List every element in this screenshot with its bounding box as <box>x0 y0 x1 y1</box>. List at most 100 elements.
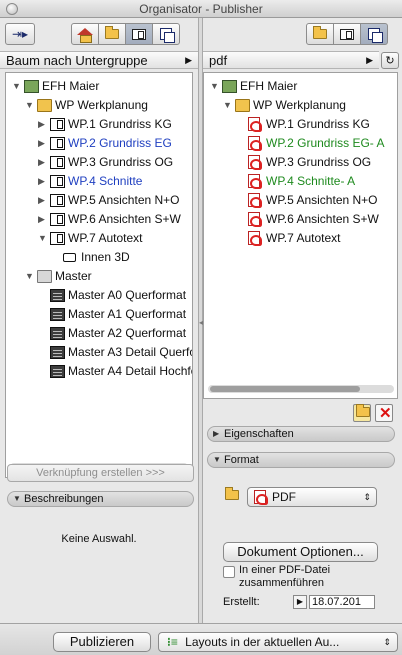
project-icon <box>24 80 39 93</box>
tree-row-label: Master A4 Detail Hochfor <box>68 364 193 378</box>
disclosure-right-icon[interactable]: ▶ <box>38 153 48 172</box>
document-options-button[interactable]: Dokument Optionen... <box>223 542 378 562</box>
layout-icon <box>50 118 65 131</box>
layout-icon <box>50 175 65 188</box>
horizontal-scrollbar[interactable] <box>208 385 394 393</box>
tree-row-label: EFH Maier <box>42 79 100 93</box>
tree-row-label: WP Werkplanung <box>253 98 346 112</box>
disclosure-down-icon[interactable]: ▼ <box>25 96 35 115</box>
merge-pdf-checkbox[interactable] <box>223 566 235 578</box>
chevron-right-icon: ▶ <box>185 55 192 65</box>
tree-view-select-value: Baum nach Untergruppe <box>6 53 148 68</box>
list-icon: ⁝≡ <box>167 635 178 649</box>
house-icon <box>77 27 93 43</box>
properties-header: Eigenschaften <box>224 428 294 440</box>
publish-scope-select[interactable]: ⁝≡ Layouts in der aktuellen Au... ⇕ <box>158 632 398 652</box>
format-header: Format <box>224 454 259 466</box>
created-label: Erstellt: <box>223 596 260 608</box>
view-map-tab[interactable] <box>98 23 126 45</box>
disclosure-down-icon[interactable]: ▼ <box>25 267 35 286</box>
tree-row-label: WP.2 Grundriss EG- A <box>266 136 385 150</box>
tree-row-label: WP.5 Ansichten N+O <box>68 193 180 207</box>
format-folder-icon <box>225 487 239 500</box>
left-pane: ⇥▸ Baum nach Untergruppe ▶ ▼ EFH Maier ▼ WP… <box>0 18 198 623</box>
export-menu-button[interactable]: ⇥▸ <box>5 23 35 45</box>
tree-view-select[interactable]: Baum nach Untergruppe ▶ <box>0 51 198 69</box>
pdf-icon <box>248 193 262 208</box>
layout-icon <box>132 28 146 40</box>
chevron-right-icon: ▶ <box>366 55 373 65</box>
pages-icon <box>160 28 175 43</box>
descriptions-header: Beschreibungen <box>24 493 104 505</box>
format-value: PDF <box>272 490 296 504</box>
disclosure-right-icon[interactable]: ▶ <box>38 172 48 191</box>
disclosure-down-icon[interactable]: ▼ <box>38 229 48 248</box>
disclosure-right-icon[interactable]: ▶ <box>38 115 48 134</box>
tree-row-label: Master <box>55 269 92 283</box>
publisher-sets-tab[interactable] <box>152 23 180 45</box>
tree-row-label: WP.2 Grundriss EG <box>68 136 172 150</box>
refresh-icon: ↻ <box>385 55 395 67</box>
created-date-field[interactable]: 18.07.201 <box>309 595 375 609</box>
tree-row-label: WP.4 Schnitte- A <box>266 174 356 188</box>
publish-scope-value: Layouts in der aktuellen Au... <box>185 635 340 649</box>
descriptions-section-toggle[interactable]: ▼ Beschreibungen <box>7 491 194 507</box>
disclosure-right-icon[interactable]: ▶ <box>38 210 48 229</box>
close-window-button[interactable] <box>6 3 18 15</box>
publish-label: Publizieren <box>69 634 135 649</box>
tree-row-label: Master A0 Querformat <box>68 288 187 302</box>
tree-row-label: EFH Maier <box>240 79 298 93</box>
play-icon: ▶ <box>296 597 304 606</box>
tree-row-label: Master A3 Detail Querfor <box>68 345 193 359</box>
project-icon <box>222 80 237 93</box>
layout-icon <box>50 232 65 245</box>
tree-row-label: WP.1 Grundriss KG <box>68 117 172 131</box>
delete-x-icon: ✕ <box>379 405 392 422</box>
layout-icon <box>50 194 65 207</box>
tree-row-label: Master A1 Querformat <box>68 307 187 321</box>
merge-pdf-label: In einer PDF-Datei zusammenführen <box>239 564 331 589</box>
disclosure-down-icon: ▼ <box>13 494 21 503</box>
right-view-segment <box>306 23 388 45</box>
master-icon <box>50 327 65 340</box>
folder-icon <box>313 26 327 39</box>
no-selection-text: Keine Auswahl. <box>61 533 137 545</box>
layout-tree: ▼ EFH Maier ▼ WP Werkplanung ▶ WP.1 Grundriss… <box>5 72 193 478</box>
delete-button[interactable]: ✕ <box>375 404 393 422</box>
publisher-set-select[interactable]: pdf ▶ <box>203 51 379 69</box>
right-folder-tab[interactable] <box>306 23 334 45</box>
created-expand-button[interactable]: ▶ <box>293 595 307 609</box>
folder-icon <box>105 26 119 39</box>
create-link-button[interactable]: Verknüpfung erstellen >>> <box>7 464 194 482</box>
tree-row-label: Master A2 Querformat <box>68 326 187 340</box>
project-map-tab[interactable] <box>71 23 99 45</box>
create-link-label: Verknüpfung erstellen >>> <box>36 467 165 479</box>
right-publisher-tab[interactable] <box>360 23 388 45</box>
left-view-segment <box>71 23 180 45</box>
scrollbar-thumb[interactable] <box>210 386 360 392</box>
window-title: Organisator - Publisher <box>139 2 263 16</box>
disclosure-right-icon[interactable]: ▶ <box>38 134 48 153</box>
tree-row-label: WP.6 Ansichten S+W <box>266 212 379 226</box>
layout-icon <box>340 28 354 40</box>
tree-row-label: WP.4 Schnitte <box>68 174 143 188</box>
disclosure-right-icon[interactable]: ▶ <box>38 191 48 210</box>
right-layout-tab[interactable] <box>333 23 361 45</box>
pdf-icon <box>248 155 262 170</box>
publish-button[interactable]: Publizieren <box>53 632 151 652</box>
disclosure-down-icon[interactable]: ▼ <box>12 77 22 96</box>
pdf-icon <box>248 117 262 132</box>
new-folder-button[interactable] <box>353 404 371 422</box>
disclosure-down-icon[interactable]: ▼ <box>210 77 220 96</box>
tree-row-label: WP.5 Ansichten N+O <box>266 193 378 207</box>
refresh-button[interactable]: ↻ <box>381 52 399 69</box>
properties-section-toggle[interactable]: ▶ Eigenschaften <box>207 426 395 442</box>
disclosure-down-icon[interactable]: ▼ <box>223 96 233 115</box>
camera-icon <box>63 253 76 262</box>
layout-icon <box>50 156 65 169</box>
layout-book-tab[interactable] <box>125 23 153 45</box>
format-select[interactable]: PDF ⇕ <box>247 487 377 507</box>
pdf-icon <box>248 136 262 151</box>
master-icon <box>50 365 65 378</box>
format-section-toggle[interactable]: ▼ Format <box>207 452 395 468</box>
